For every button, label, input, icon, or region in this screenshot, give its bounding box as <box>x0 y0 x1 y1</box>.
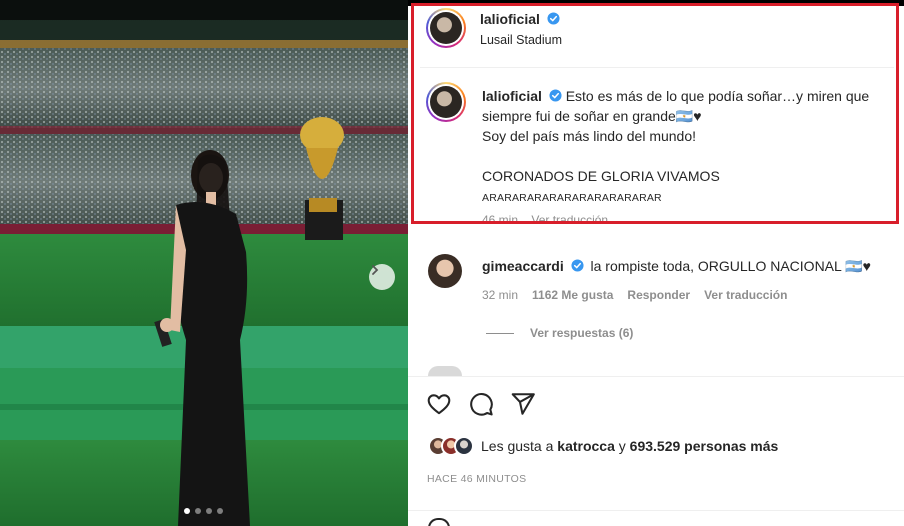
post-timestamp[interactable]: HACE 46 MINUTOS <box>427 473 526 485</box>
actions-divider <box>408 376 904 377</box>
carousel-dot <box>195 508 201 514</box>
commenter-avatar[interactable] <box>428 254 462 288</box>
view-replies-button[interactable]: Ver respuestas (6) <box>486 326 633 340</box>
next-comment-avatar[interactable] <box>428 366 462 376</box>
comment-text: la rompiste toda, ORGULLO NACIONAL 🇦🇷♥ <box>590 258 871 274</box>
likes-middle: y <box>614 438 630 454</box>
comment-meta: 32 min 1162 Me gusta Responder Ver tradu… <box>482 288 787 302</box>
verified-badge-icon <box>549 89 562 102</box>
comment-reply-button[interactable]: Responder <box>627 288 690 302</box>
next-slide-button[interactable] <box>369 264 395 290</box>
share-icon[interactable] <box>510 391 536 417</box>
carousel-indicator <box>184 508 223 514</box>
view-replies-label: Ver respuestas (6) <box>530 326 634 340</box>
post-photo[interactable] <box>0 0 408 526</box>
top-bar <box>408 0 904 6</box>
carousel-dot <box>217 508 223 514</box>
footer-divider <box>408 510 904 511</box>
caption-line-4: ARARARARARARARARARARARAR <box>482 192 662 204</box>
likes-count[interactable]: 693.529 personas más <box>630 438 779 454</box>
author-avatar[interactable] <box>426 8 466 48</box>
heart-icon[interactable] <box>426 391 452 417</box>
chevron-right-icon <box>372 265 379 275</box>
caption-line-3: CORONADOS DE GLORIA VIVAMOS <box>482 168 720 184</box>
caption-line-2: Soy del país más lindo del mundo! <box>482 128 697 144</box>
post-location[interactable]: Lusail Stadium <box>480 33 562 47</box>
caption-translate-link[interactable]: Ver traducción <box>531 213 608 222</box>
likes-text: Les gusta a katrocca y 693.529 personas … <box>481 438 778 454</box>
liker-username[interactable]: katrocca <box>557 438 615 454</box>
liker-avatar[interactable] <box>454 436 474 456</box>
comment-likes[interactable]: 1162 Me gusta <box>532 288 613 302</box>
comment-time: 32 min <box>482 288 519 302</box>
emoji-icon[interactable] <box>428 518 450 526</box>
post-sidebar: lalioficial Lusail Stadium lalioficial E… <box>408 0 904 526</box>
caption-meta: 46 min Ver traducción <box>482 210 892 222</box>
caption-username[interactable]: lalioficial <box>482 88 542 104</box>
post-actions <box>426 391 536 417</box>
post-header: lalioficial Lusail Stadium <box>480 11 562 47</box>
carousel-dot <box>184 508 190 514</box>
commenter-username[interactable]: gimeaccardi <box>482 258 564 274</box>
caption-time: 46 min <box>482 213 519 222</box>
header-divider <box>420 67 894 68</box>
likes-summary: Les gusta a katrocca y 693.529 personas … <box>428 436 778 456</box>
stadium-photo-illustration <box>0 0 408 526</box>
verified-badge-icon <box>547 12 560 25</box>
author-username[interactable]: lalioficial <box>480 11 540 27</box>
comment-icon[interactable] <box>468 391 494 417</box>
verified-badge-icon <box>571 259 584 272</box>
carousel-dot <box>206 508 212 514</box>
likes-prefix: Les gusta a <box>481 438 558 454</box>
comment-translate-link[interactable]: Ver traducción <box>704 288 787 302</box>
post-caption: lalioficial Esto es más de lo que podía … <box>482 86 892 222</box>
caption-avatar[interactable] <box>426 82 466 122</box>
comment-body: gimeaccardi la rompiste toda, ORGULLO NA… <box>482 258 892 275</box>
replies-line <box>486 332 514 334</box>
